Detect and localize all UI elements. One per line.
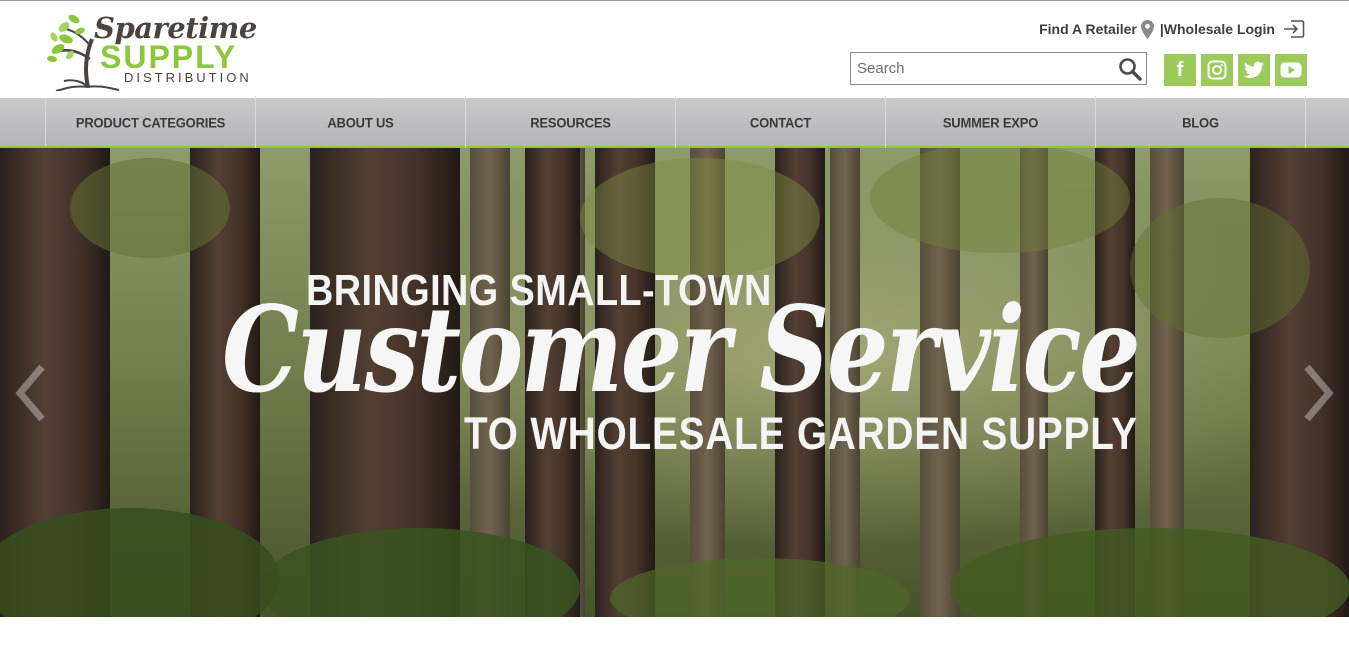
social-links: f xyxy=(1164,54,1307,86)
facebook-icon: f xyxy=(1176,58,1184,81)
find-retailer-label: Find A Retailer xyxy=(1039,21,1137,37)
nav-item-product-categories[interactable]: PRODUCT CATEGORIES xyxy=(46,96,256,148)
twitter-button[interactable] xyxy=(1238,54,1270,86)
carousel-prev-icon[interactable] xyxy=(14,363,48,423)
nav-item-contact[interactable]: CONTACT xyxy=(676,96,886,148)
map-pin-icon xyxy=(1140,19,1154,39)
hero-heading-line-3: TO WHOLESALE GARDEN SUPPLY xyxy=(464,408,1138,459)
instagram-button[interactable] xyxy=(1201,54,1233,86)
nav-item-blog[interactable]: BLOG xyxy=(1096,96,1306,148)
logo-wordmark-supply: SUPPLY xyxy=(100,39,238,75)
youtube-icon xyxy=(1280,62,1302,78)
carousel-next-icon[interactable] xyxy=(1301,363,1335,423)
instagram-icon xyxy=(1207,60,1227,80)
wholesale-login-label: |Wholesale Login xyxy=(1159,21,1275,37)
site-logo[interactable]: Sparetime SUPPLY DISTRIBUTION xyxy=(44,9,257,91)
nav-item-about-us[interactable]: ABOUT US xyxy=(256,96,466,148)
search-box xyxy=(850,52,1147,85)
search-input[interactable] xyxy=(851,53,1111,84)
nav-item-resources[interactable]: RESOURCES xyxy=(466,96,676,148)
wholesale-login-link[interactable]: |Wholesale Login xyxy=(1160,19,1305,39)
hero-heading-script: Customer Service xyxy=(222,280,1141,419)
facebook-button[interactable]: f xyxy=(1164,54,1196,86)
find-retailer-link[interactable]: Find A Retailer xyxy=(1039,19,1160,39)
site-header: Sparetime SUPPLY DISTRIBUTION Find A Ret… xyxy=(0,1,1349,98)
twitter-icon xyxy=(1244,61,1264,78)
youtube-button[interactable] xyxy=(1275,54,1307,86)
search-icon[interactable] xyxy=(1118,57,1142,81)
login-icon xyxy=(1284,20,1305,38)
logo-wordmark-distribution: DISTRIBUTION xyxy=(124,70,252,85)
header-top-links: Find A Retailer |Wholesale Login xyxy=(1039,18,1305,40)
nav-item-summer-expo[interactable]: SUMMER EXPO xyxy=(886,96,1096,148)
main-nav: PRODUCT CATEGORIES ABOUT US RESOURCES CO… xyxy=(0,96,1349,148)
hero-banner: BRINGING SMALL-TOWN Customer Service TO … xyxy=(0,148,1349,617)
